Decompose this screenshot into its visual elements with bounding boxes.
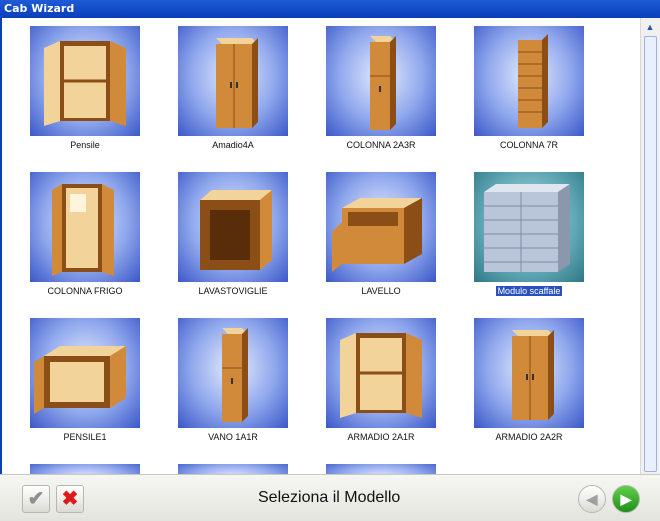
cabinet-thumbnail-icon (326, 26, 436, 136)
cabinet-thumbnail-icon[interactable] (178, 464, 288, 474)
model-tile[interactable]: COLONNA 2A3R (310, 22, 458, 162)
vertical-scrollbar[interactable]: ▲ (640, 18, 660, 474)
ok-button[interactable]: ✔ (22, 485, 50, 513)
model-tile[interactable]: VANO 1A1R (162, 314, 310, 454)
model-label: ARMADIO 2A2R (495, 432, 563, 442)
model-tile[interactable]: COLONNA FRIGO (14, 168, 162, 308)
cabinet-thumbnail-icon (30, 318, 140, 428)
model-label: PENSILE1 (63, 432, 107, 442)
model-label: COLONNA 7R (499, 140, 559, 150)
model-label: Amadio4A (212, 140, 254, 150)
model-tile[interactable]: PENSILE1 (14, 314, 162, 454)
arrow-left-icon: ◀ (586, 491, 598, 507)
model-label: ARMADIO 2A1R (347, 432, 415, 442)
model-gallery: Pensile Amadio4A COLONNA 2A3R COLONNA 7R COL… (0, 18, 640, 474)
model-label: VANO 1A1R (208, 432, 258, 442)
model-label: Modulo scaffale (495, 286, 563, 296)
cabinet-thumbnail-icon (178, 26, 288, 136)
window-title: Cab Wizard (4, 2, 75, 15)
close-icon: ✖ (61, 488, 79, 510)
model-tile[interactable]: LAVELLO (310, 168, 458, 308)
wizard-prompt: Seleziona il Modello (258, 489, 401, 506)
model-tile[interactable]: ARMADIO 2A1R (310, 314, 458, 454)
model-tile[interactable]: LAVASTOVIGLIE (162, 168, 310, 308)
model-tile[interactable]: Modulo scaffale (458, 168, 606, 308)
cancel-button[interactable]: ✖ (56, 485, 84, 513)
cabinet-thumbnail-icon (326, 172, 436, 282)
scroll-up-arrow-icon[interactable]: ▲ (644, 22, 656, 32)
cabinet-thumbnail-icon (474, 318, 584, 428)
model-label: LAVASTOVIGLIE (198, 286, 268, 296)
model-tile[interactable]: COLONNA 7R (458, 22, 606, 162)
cabinet-thumbnail-icon[interactable] (326, 464, 436, 474)
cabinet-thumbnail-icon (178, 172, 288, 282)
cabinet-thumbnail-icon (30, 172, 140, 282)
model-label: LAVELLO (361, 286, 401, 296)
cabinet-thumbnail-icon (326, 318, 436, 428)
cabinet-thumbnail-icon (178, 318, 288, 428)
model-label: COLONNA 2A3R (346, 140, 416, 150)
model-tile[interactable]: ARMADIO 2A2R (458, 314, 606, 454)
model-label: COLONNA FRIGO (47, 286, 123, 296)
model-tile[interactable]: Amadio4A (162, 22, 310, 162)
wizard-footer: ✔ ✖ Seleziona il Modello ◀ ▶ (0, 474, 660, 521)
arrow-right-icon: ▶ (620, 491, 632, 507)
model-tile[interactable]: Pensile (14, 22, 162, 162)
cabinet-thumbnail-icon (30, 26, 140, 136)
back-button[interactable]: ◀ (578, 485, 606, 513)
model-label: Pensile (70, 140, 100, 150)
cabinet-thumbnail-icon (474, 172, 584, 282)
cabinet-thumbnail-icon[interactable] (30, 464, 140, 474)
cabinet-thumbnail-icon (474, 26, 584, 136)
next-button[interactable]: ▶ (612, 485, 640, 513)
window-titlebar: Cab Wizard (0, 0, 660, 18)
checkmark-icon: ✔ (27, 488, 45, 510)
scroll-thumb[interactable] (644, 36, 657, 472)
